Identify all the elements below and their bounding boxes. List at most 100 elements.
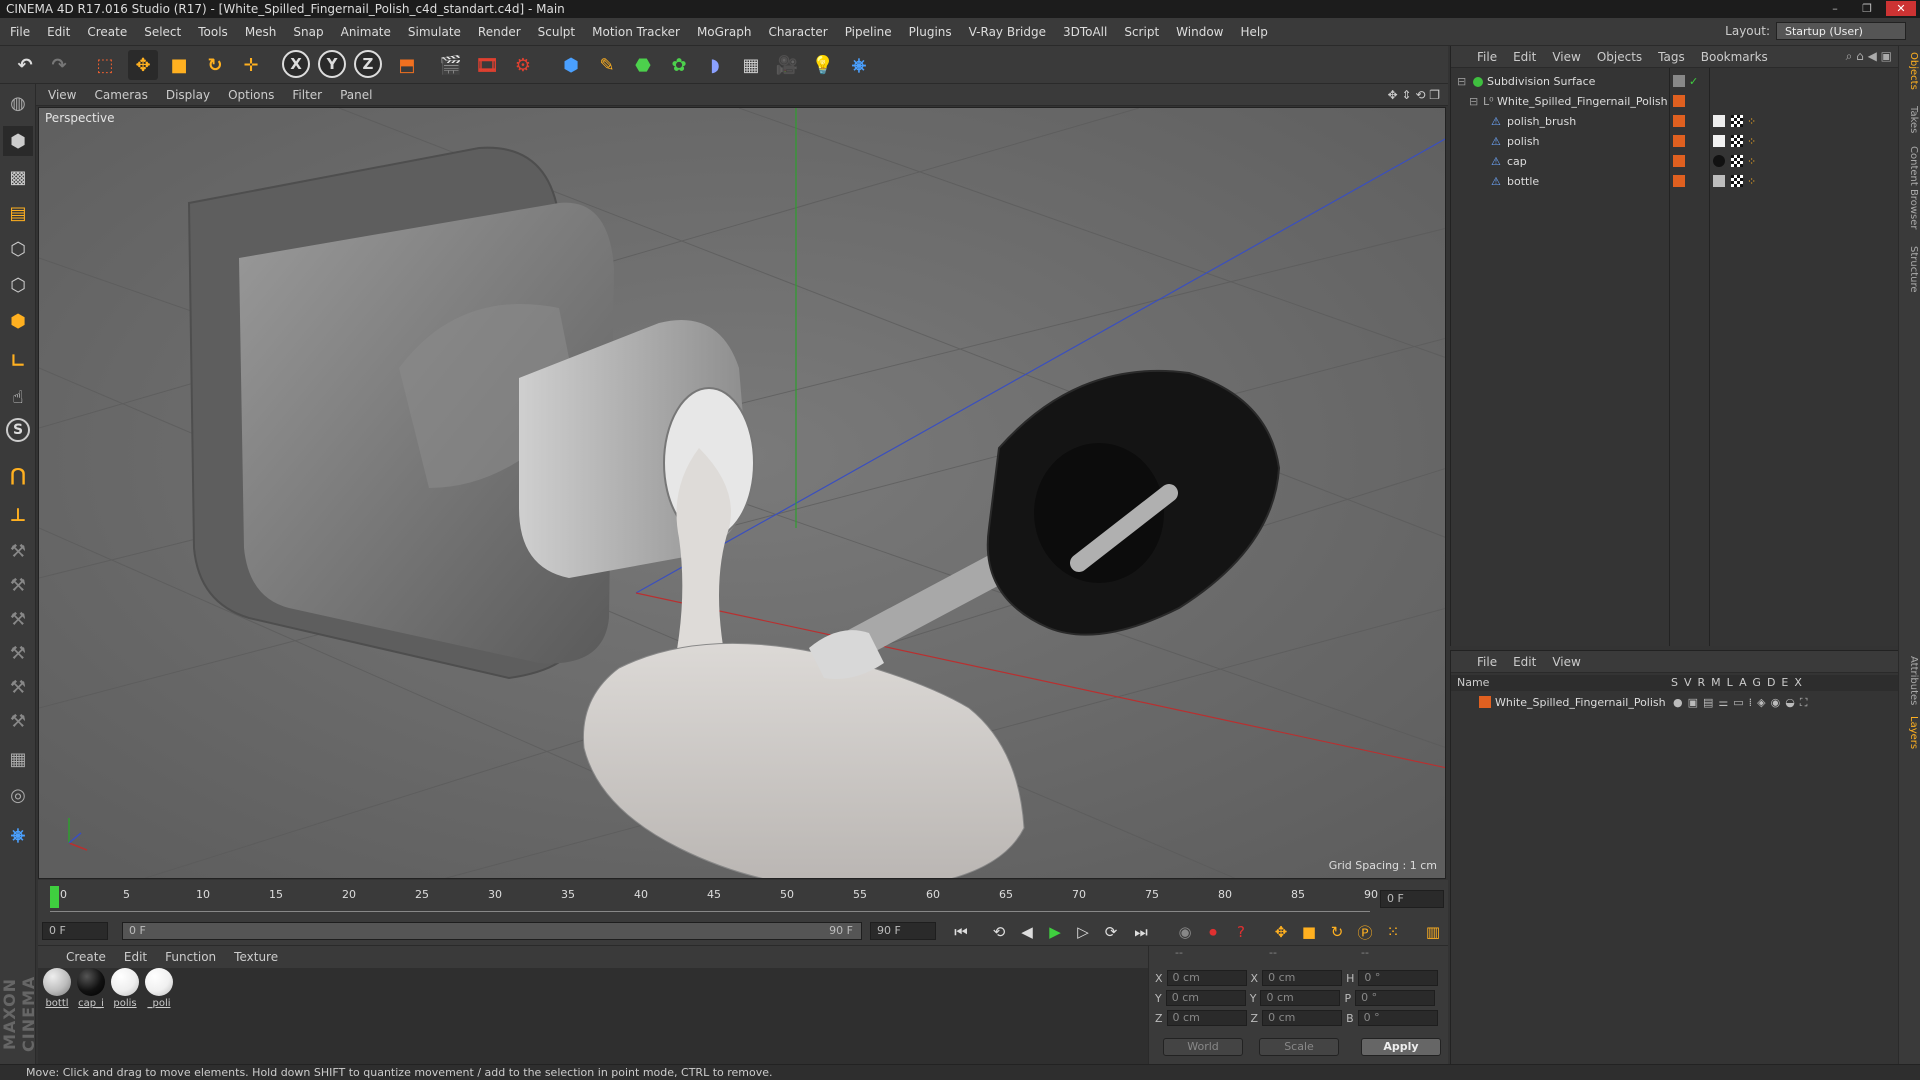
bend-icon[interactable]: ⚒ <box>3 672 33 702</box>
material-swatch[interactable]: _poli <box>144 968 174 1009</box>
go-to-end-icon[interactable]: ⏭ <box>1130 921 1152 943</box>
grid-icon[interactable]: ▦ <box>3 744 33 774</box>
menu-3dtoall[interactable]: 3DToAll <box>1063 25 1107 39</box>
object-row-cap[interactable]: ⚠ cap ⁘ <box>1451 152 1899 171</box>
material-menu-function[interactable]: Function <box>165 950 216 964</box>
object-name[interactable]: Subdivision Surface <box>1487 72 1595 91</box>
object-row-bottle[interactable]: ⚠ bottle ⁘ <box>1451 172 1899 191</box>
uvw-tag-icon[interactable] <box>1731 135 1743 147</box>
timeline-ruler[interactable]: 0 5 10 15 20 25 30 35 40 45 50 55 60 65 … <box>38 880 1448 916</box>
menu-pipeline[interactable]: Pipeline <box>845 25 892 39</box>
x-axis-lock-button[interactable]: X <box>282 50 310 78</box>
cloner-icon[interactable]: ✿ <box>664 50 694 80</box>
uvw-tag-icon[interactable] <box>1731 175 1743 187</box>
playhead[interactable] <box>50 886 59 908</box>
phong-tag-icon[interactable]: ⁘ <box>1747 132 1756 151</box>
size-x-field[interactable]: 0 cm <box>1262 970 1343 986</box>
model-mode-icon[interactable]: ⬢ <box>3 126 33 156</box>
close-button[interactable]: ✕ <box>1886 1 1916 16</box>
apply-button[interactable]: Apply <box>1361 1038 1441 1056</box>
layer-swatch[interactable] <box>1673 155 1685 167</box>
layer-swatch[interactable] <box>1673 115 1685 127</box>
edit-render-settings-icon[interactable]: ⚙ <box>508 50 538 80</box>
viewport-menu-display[interactable]: Display <box>166 88 210 102</box>
end-frame-field[interactable]: 90 F <box>870 922 936 940</box>
play-icon[interactable]: ▶ <box>1044 921 1066 943</box>
menu-window[interactable]: Window <box>1176 25 1223 39</box>
z-axis-lock-button[interactable]: Z <box>354 50 382 78</box>
edges-mode-icon[interactable]: ⬡ <box>3 270 33 300</box>
tab-content-browser[interactable]: Content Browser <box>1901 146 1919 229</box>
brush-icon[interactable]: ⚒ <box>3 638 33 668</box>
texture-mode-icon[interactable]: ▩ <box>3 162 33 192</box>
position-key-icon[interactable]: ✥ <box>1270 921 1292 943</box>
material-swatch[interactable]: cap_i <box>76 968 106 1009</box>
tab-attributes[interactable]: Attributes <box>1901 656 1919 705</box>
material-tag-icon[interactable] <box>1713 115 1725 127</box>
recent-tool-icon[interactable]: ✛ <box>236 50 266 80</box>
menu-mesh[interactable]: Mesh <box>245 25 277 39</box>
menu-vray-bridge[interactable]: V-Ray Bridge <box>969 25 1046 39</box>
object-name[interactable]: bottle <box>1507 172 1539 191</box>
layer-row[interactable]: White_Spilled_Fingernail_Polish ●▣▤⚌▭⁞◈◉… <box>1451 693 1899 712</box>
layer-swatch[interactable] <box>1673 135 1685 147</box>
coordinate-system-icon[interactable]: ⬒ <box>392 50 422 80</box>
live-selection-icon[interactable]: ⬚ <box>90 50 120 80</box>
menu-file[interactable]: File <box>10 25 30 39</box>
viewport-menu-options[interactable]: Options <box>228 88 274 102</box>
uvw-tag-icon[interactable] <box>1731 115 1743 127</box>
viewport-menu-view[interactable]: View <box>48 88 76 102</box>
material-menu-edit[interactable]: Edit <box>124 950 147 964</box>
object-name[interactable]: polish <box>1507 132 1540 151</box>
python-script-icon[interactable]: ⎈ <box>3 820 33 850</box>
layers-menu-view[interactable]: View <box>1552 655 1580 669</box>
timeline-window-icon[interactable]: ▥ <box>1422 921 1444 943</box>
snapping-button[interactable]: S <box>6 418 30 442</box>
paint-tool-icon[interactable]: ⚒ <box>3 570 33 600</box>
maximize-button[interactable]: ❐ <box>1852 1 1882 16</box>
tab-layers[interactable]: Layers <box>1901 716 1919 749</box>
phong-tag-icon[interactable]: ⁘ <box>1747 112 1756 131</box>
layout-dropdown[interactable]: Startup (User) <box>1776 22 1906 40</box>
menu-render[interactable]: Render <box>478 25 521 39</box>
menu-plugins[interactable]: Plugins <box>909 25 952 39</box>
layer-flag-icons[interactable]: ●▣▤⚌▭⁞◈◉◒⛶ <box>1673 693 1813 712</box>
objects-menu-edit[interactable]: Edit <box>1513 50 1536 64</box>
make-editable-icon[interactable]: ◍ <box>3 88 33 118</box>
rotation-key-icon[interactable]: ↻ <box>1326 921 1348 943</box>
objects-menu-objects[interactable]: Objects <box>1597 50 1642 64</box>
menu-character[interactable]: Character <box>768 25 827 39</box>
twist-icon[interactable]: ⚒ <box>3 706 33 736</box>
tweak-mode-icon[interactable]: ☝ <box>3 382 33 412</box>
viewport-menu-filter[interactable]: Filter <box>292 88 322 102</box>
magnet-icon[interactable]: ⋂ <box>3 460 33 490</box>
subdivision-surface-icon[interactable]: ⬣ <box>628 50 658 80</box>
material-swatch[interactable]: bottl <box>42 968 72 1009</box>
render-picture-viewer-icon[interactable]: 🎞 <box>472 50 502 80</box>
position-z-field[interactable]: 0 cm <box>1166 1010 1247 1026</box>
object-row-polish-brush[interactable]: ⚠ polish_brush ⁘ <box>1451 112 1899 131</box>
object-row-polish[interactable]: ⚠ polish ⁘ <box>1451 132 1899 151</box>
objects-menu-file[interactable]: File <box>1477 50 1497 64</box>
collapse-icon[interactable]: ⊟ <box>1469 92 1478 111</box>
position-x-field[interactable]: 0 cm <box>1166 970 1247 986</box>
deformer-icon[interactable]: ◗ <box>700 50 730 80</box>
phong-tag-icon[interactable]: ⁘ <box>1747 172 1756 191</box>
tab-objects[interactable]: Objects <box>1901 52 1919 90</box>
next-frame-icon[interactable]: ▷ <box>1072 921 1094 943</box>
axis-mode-icon[interactable]: ∟ <box>3 346 33 376</box>
previous-key-icon[interactable]: ⟲ <box>988 921 1010 943</box>
size-mode-dropdown[interactable]: Scale <box>1259 1038 1339 1056</box>
layers-menu-edit[interactable]: Edit <box>1513 655 1536 669</box>
layer-swatch[interactable] <box>1673 75 1685 87</box>
autokey-icon[interactable]: ⏺ <box>1202 921 1224 943</box>
render-region-icon[interactable]: ◎ <box>3 780 33 810</box>
object-row-subdivision-surface[interactable]: ⊟ Subdivision Surface ✓ <box>1451 72 1899 91</box>
material-swatch[interactable]: polis <box>110 968 140 1009</box>
material-menu-create[interactable]: Create <box>66 950 106 964</box>
menu-tools[interactable]: Tools <box>198 25 228 39</box>
rotation-h-field[interactable]: 0 ° <box>1358 970 1439 986</box>
move-tool-icon[interactable]: ✥ <box>128 50 158 80</box>
menu-create[interactable]: Create <box>87 25 127 39</box>
python-icon[interactable]: ⎈ <box>844 50 874 80</box>
